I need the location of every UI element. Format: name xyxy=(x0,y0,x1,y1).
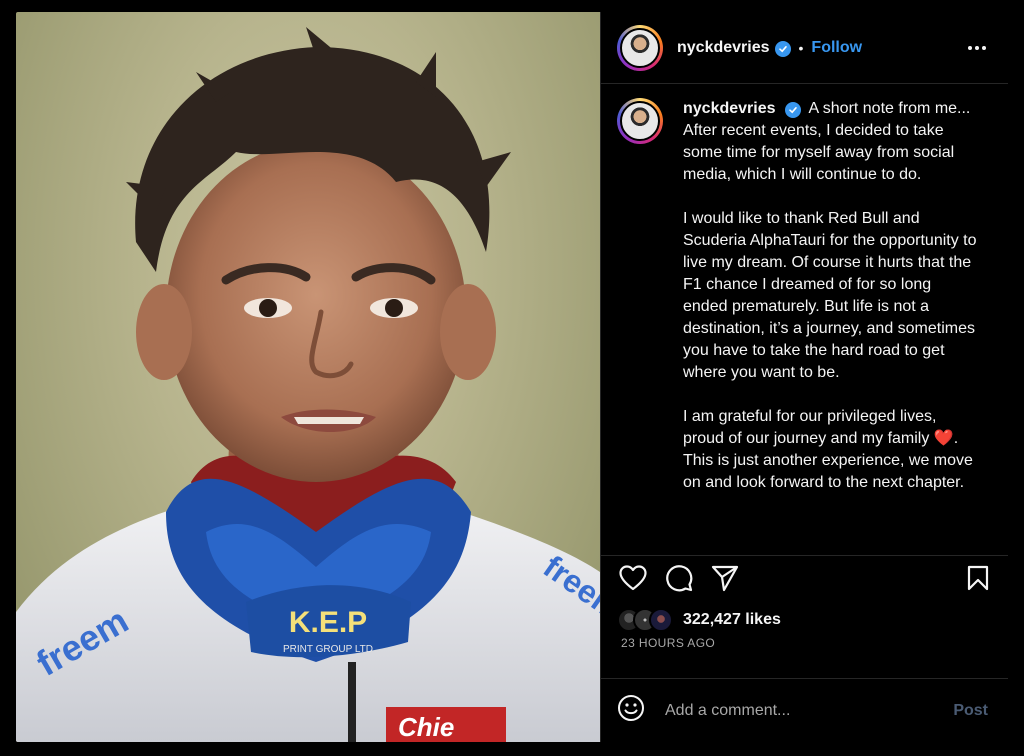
follow-button[interactable]: Follow xyxy=(811,39,862,57)
caption-verified-badge-icon xyxy=(784,102,801,118)
collar-subtext: PRINT GROUP LTD xyxy=(283,644,373,655)
header-separator: • xyxy=(798,39,804,56)
comment-bubble-icon[interactable] xyxy=(665,564,693,592)
author-username-text[interactable]: nyckdevries xyxy=(677,39,770,56)
post-image[interactable]: K.E.P PRINT GROUP LTD freem freem Chie xyxy=(16,12,600,742)
post-dialog: K.E.P PRINT GROUP LTD freem freem Chie n… xyxy=(16,12,1008,742)
comment-bar: Add a comment... Post xyxy=(601,678,1008,742)
more-options-icon[interactable] xyxy=(962,40,992,56)
post-timestamp[interactable]: 23 HOURS AGO xyxy=(601,630,1008,650)
like-heart-icon[interactable] xyxy=(619,565,647,591)
verified-badge-icon xyxy=(774,40,791,57)
likes-row: 322,427 likes xyxy=(601,600,1008,632)
caption-avatar[interactable] xyxy=(617,98,663,144)
save-bookmark-icon[interactable] xyxy=(966,565,990,591)
post-comment-button[interactable]: Post xyxy=(953,702,988,720)
caption-paragraph-3a: I am grateful for our privileged lives, … xyxy=(683,408,937,447)
portrait-illustration: K.E.P PRINT GROUP LTD freem freem Chie xyxy=(16,27,600,742)
caption-section: nyckdevries A short note from me... Afte… xyxy=(601,84,1008,556)
comment-input[interactable]: Add a comment... xyxy=(665,702,953,720)
caption-paragraph-3: I am grateful for our privileged lives, … xyxy=(683,406,979,494)
author-username[interactable]: nyckdevries xyxy=(677,39,791,57)
likes-count[interactable]: 322,427 likes xyxy=(683,611,781,629)
heart-emoji: ❤️ xyxy=(933,430,954,447)
chest-logo: Chie xyxy=(398,712,454,742)
emoji-picker-icon[interactable] xyxy=(617,694,645,727)
author-avatar[interactable] xyxy=(617,24,663,71)
liked-by-avatars[interactable] xyxy=(617,608,673,632)
caption-paragraph-2: I would like to thank Red Bull and Scude… xyxy=(683,210,977,381)
collar-logo: K.E.P xyxy=(289,606,367,639)
share-send-icon[interactable] xyxy=(711,564,739,592)
post-side-panel: nyckdevries • Follow nyckdevries A short… xyxy=(600,12,1008,742)
caption-username[interactable]: nyckdevries xyxy=(683,100,776,117)
caption-text: nyckdevries A short note from me... Afte… xyxy=(683,98,979,555)
post-header: nyckdevries • Follow xyxy=(601,12,1008,84)
post-actions xyxy=(601,556,1008,600)
